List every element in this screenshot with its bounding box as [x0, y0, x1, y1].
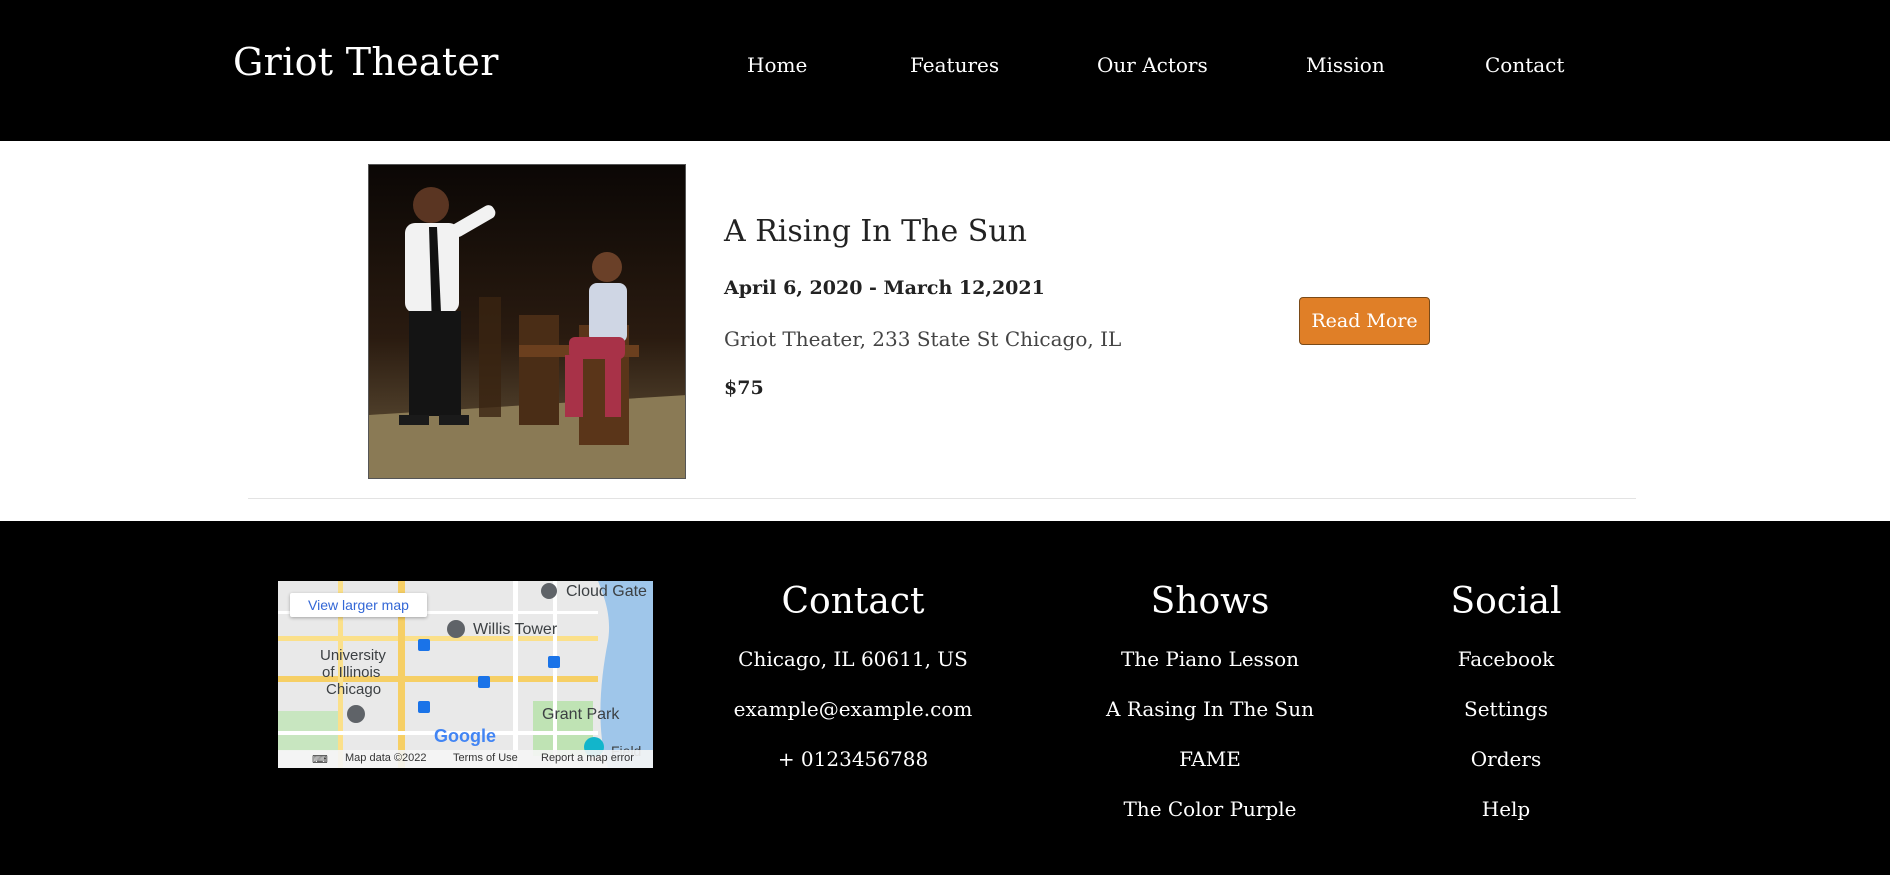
event-price: $75 — [724, 377, 764, 399]
map-attribution-bar: ⌨ Map data ©2022 Terms of Use Report a m… — [278, 750, 653, 768]
nav-our-actors[interactable]: Our Actors — [1097, 53, 1208, 77]
social-link-orders[interactable]: Orders — [1416, 744, 1596, 794]
contact-phone[interactable]: + 0123456788 — [713, 744, 993, 794]
map-data-credit: Map data ©2022 — [345, 752, 427, 764]
footer-social-column: Social Facebook Settings Orders Help — [1416, 581, 1596, 844]
footer-social-heading: Social — [1450, 581, 1562, 622]
site-footer: View larger map Cloud Gate Willis Tower … — [0, 521, 1890, 875]
nav-mission[interactable]: Mission — [1306, 53, 1385, 77]
footer-shows-heading: Shows — [1150, 581, 1270, 622]
map-label-chicago: Chicago — [326, 681, 382, 698]
social-link-facebook[interactable]: Facebook — [1416, 644, 1596, 694]
read-more-button[interactable]: Read More — [1299, 297, 1430, 345]
map-terms-link[interactable]: Terms of Use — [453, 752, 518, 764]
contact-email[interactable]: example@example.com — [713, 694, 993, 744]
site-header: Griot Theater Home Features Our Actors M… — [0, 0, 1890, 141]
event-title[interactable]: A Rising In The Sun — [724, 214, 1027, 249]
view-larger-map-link[interactable]: View larger map — [290, 593, 427, 617]
section-divider — [248, 498, 1636, 499]
footer-contact-column: Contact Chicago, IL 60611, US example@ex… — [713, 581, 993, 794]
social-link-help[interactable]: Help — [1416, 794, 1596, 844]
google-map-embed[interactable]: View larger map Cloud Gate Willis Tower … — [278, 581, 653, 768]
nav-home[interactable]: Home — [747, 53, 807, 77]
footer-contact-heading: Contact — [781, 581, 925, 622]
map-label-of-illinois: of Illinois — [322, 664, 381, 681]
event-venue: Griot Theater, 233 State St Chicago, IL — [724, 327, 1122, 351]
social-link-settings[interactable]: Settings — [1416, 694, 1596, 744]
keyboard-icon[interactable]: ⌨ — [312, 753, 328, 766]
show-link-color-purple[interactable]: The Color Purple — [1080, 794, 1340, 844]
event-dates: April 6, 2020 - March 12,2021 — [724, 277, 1045, 299]
map-label-willis-tower: Willis Tower — [473, 621, 558, 638]
show-link-fame[interactable]: FAME — [1080, 744, 1340, 794]
nav-features[interactable]: Features — [910, 53, 999, 77]
show-link-piano-lesson[interactable]: The Piano Lesson — [1080, 644, 1340, 694]
contact-address: Chicago, IL 60611, US — [738, 647, 968, 671]
map-label-cloud-gate: Cloud Gate — [566, 583, 647, 600]
map-label-grant-park: Grant Park — [542, 706, 620, 723]
show-link-rasing-in-the-sun[interactable]: A Rasing In The Sun — [1080, 694, 1340, 744]
nav-contact[interactable]: Contact — [1485, 53, 1564, 77]
footer-shows-column: Shows The Piano Lesson A Rasing In The S… — [1080, 581, 1340, 844]
google-logo: Google — [434, 726, 496, 746]
main-nav: Home Features Our Actors Mission Contact — [0, 53, 1890, 81]
map-report-error-link[interactable]: Report a map error — [541, 752, 634, 764]
event-photo — [368, 164, 686, 479]
map-label-university: University — [320, 647, 386, 664]
